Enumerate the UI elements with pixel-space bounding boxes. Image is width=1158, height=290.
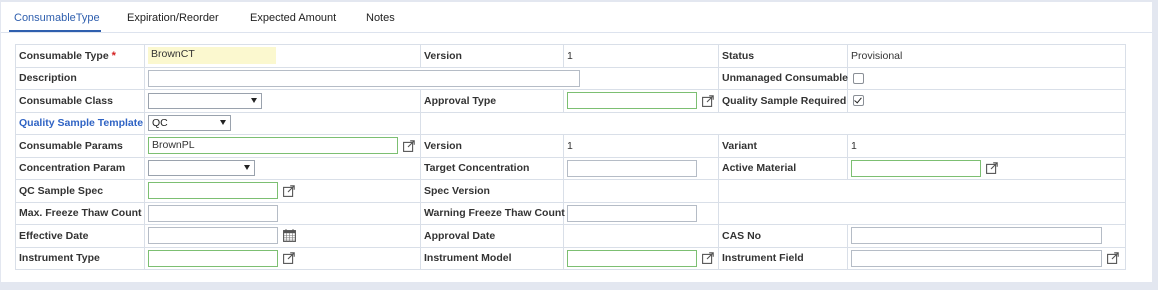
consumable-params-label: Consumable Params [19,139,123,152]
version-label: Version [424,49,462,62]
cas-no-label: CAS No [722,229,762,242]
params-version-value: 1 [567,139,573,152]
form-row: Concentration Param Target Concentration… [15,156,1126,180]
effective-date-label: Effective Date [19,229,89,242]
concentration-param-select[interactable] [148,160,255,177]
chevron-down-icon [220,120,226,126]
open-external-icon[interactable] [283,252,295,265]
approval-type-label: Approval Type [424,94,497,107]
max-freeze-thaw-count-input[interactable] [148,204,278,222]
open-external-icon[interactable] [702,252,714,265]
version-value: 1 [567,49,573,62]
quality-sample-template-link[interactable]: Quality Sample Template [19,117,143,129]
calendar-icon[interactable] [283,229,296,243]
instrument-model-label: Instrument Model [424,252,512,265]
approval-type-input[interactable] [567,92,697,110]
target-concentration-label: Target Concentration [424,162,530,175]
form-row: Description Unmanaged Consumable [15,66,1126,90]
open-external-icon[interactable] [702,95,714,107]
form-row: Max. Freeze Thaw Count Warning Freeze Th… [15,201,1126,225]
tab-expected-amount[interactable]: Expected Amount [250,12,336,24]
instrument-field-input[interactable] [851,249,1102,267]
consumable-params-input[interactable]: BrownPL [148,137,398,155]
description-input[interactable] [148,69,580,87]
unmanaged-consumable-checkbox[interactable] [853,72,864,84]
description-label: Description [19,72,77,85]
qc-sample-spec-input[interactable] [148,182,278,200]
effective-date-input[interactable] [148,227,278,245]
unmanaged-consumable-label: Unmanaged Consumable [722,72,849,85]
chevron-down-icon [244,165,250,171]
open-external-icon[interactable] [403,140,415,152]
form-row: Effective Date Approval Date CAS No [15,224,1126,248]
open-external-icon[interactable] [986,162,998,175]
target-concentration-input[interactable] [567,159,697,177]
tab-consumable-type[interactable]: ConsumableType [14,12,100,24]
instrument-type-label: Instrument Type [19,252,100,265]
form-row: Consumable Params BrownPL Version 1 Vari… [15,134,1126,158]
consumable-class-select[interactable] [148,92,262,109]
approval-date-label: Approval Date [424,229,496,242]
form-row: QC Sample Spec Spec Version [15,179,1126,203]
status-label: Status [722,49,755,62]
form-row: Quality Sample Template QC [15,111,1126,135]
variant-value: 1 [851,139,857,152]
warning-freeze-thaw-count-label: Warning Freeze Thaw Count [424,207,565,220]
tab-divider [1,32,1152,33]
form-row: Consumable Type * BrownCT Version 1 Statu… [15,44,1126,68]
form-row: Instrument Type Instrument Model Instrum… [15,246,1126,270]
quality-sample-template-select[interactable]: QC [148,115,231,132]
open-external-icon[interactable] [1107,252,1119,265]
max-freeze-thaw-count-label: Max. Freeze Thaw Count [19,207,142,220]
active-material-label: Active Material [722,162,797,175]
chevron-down-icon [251,97,257,103]
variant-label: Variant [722,139,758,152]
form-panel: ConsumableType Expiration/Reorder Expect… [1,2,1152,282]
consumable-class-label: Consumable Class [19,94,113,107]
tab-expiration-reorder[interactable]: Expiration/Reorder [127,12,219,24]
instrument-model-input[interactable] [567,249,697,267]
active-material-input[interactable] [851,159,981,177]
open-external-icon[interactable] [283,185,295,197]
qc-sample-spec-label: QC Sample Spec [19,184,104,197]
form-row: Consumable Class Approval Type Quality S… [15,89,1126,113]
quality-sample-required-label: Quality Sample Required [722,94,847,107]
warning-freeze-thaw-count-input[interactable] [567,204,697,222]
consumable-type-label-cell: Consumable Type * [15,44,145,68]
concentration-param-label: Concentration Param [19,162,126,175]
tab-bar: ConsumableType Expiration/Reorder Expect… [1,2,1152,33]
spec-version-label: Spec Version [424,184,490,197]
instrument-field-label: Instrument Field [722,252,804,265]
status-value: Provisional [851,49,903,62]
quality-sample-template-value: QC [152,117,168,130]
quality-sample-required-checkbox[interactable] [853,95,864,107]
cas-no-input[interactable] [851,227,1102,245]
consumable-type-input[interactable]: BrownCT [148,47,276,65]
instrument-type-input[interactable] [148,249,278,267]
params-version-label: Version [424,139,462,152]
consumable-type-label: Consumable Type [19,49,109,62]
required-marker: * [111,49,116,62]
consumable-type-form: Consumable Type * BrownCT Version 1 Statu… [15,44,1126,270]
tab-notes[interactable]: Notes [366,12,395,24]
